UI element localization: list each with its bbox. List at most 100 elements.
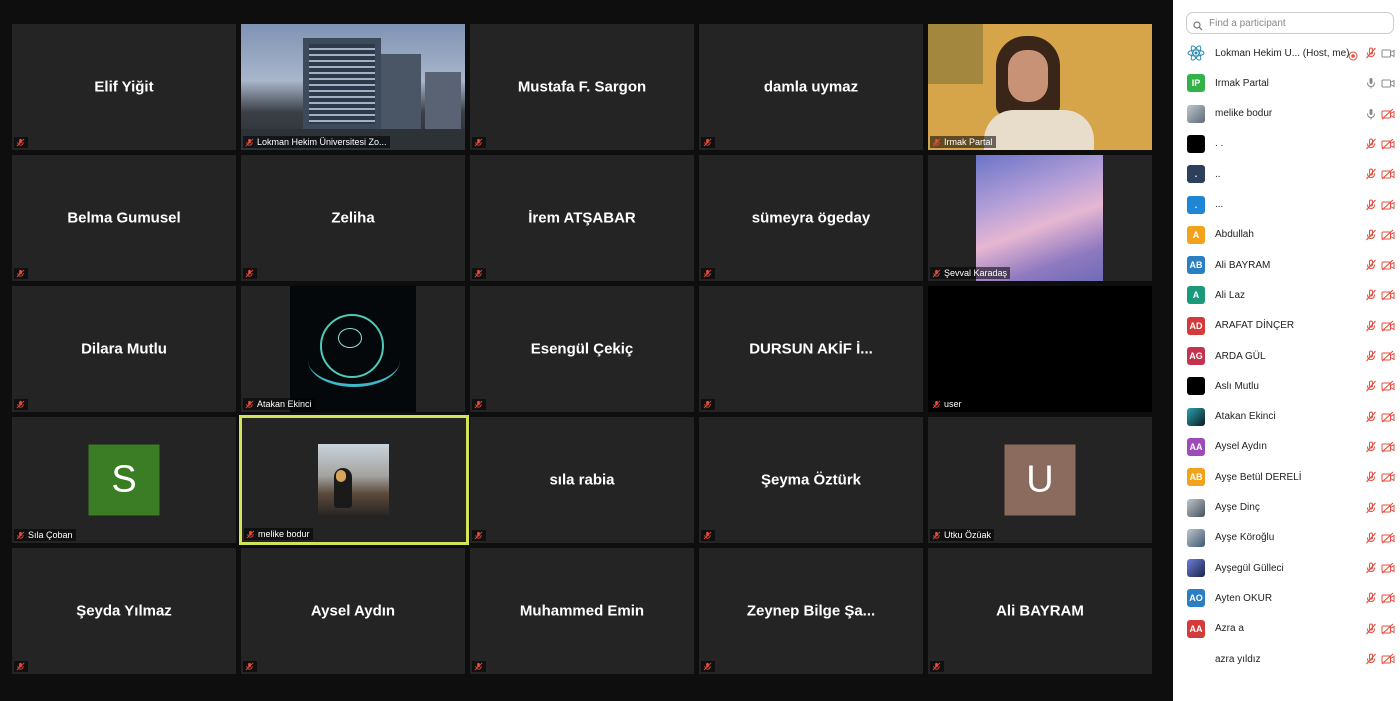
camera-off-icon[interactable] [1381, 411, 1395, 423]
participant-video-tile[interactable]: İrem ATŞABAR [470, 155, 694, 281]
muted-mic-icon [246, 530, 255, 539]
camera-icon[interactable] [1381, 47, 1395, 59]
participant-video-tile[interactable]: U Utku Özüak [928, 417, 1152, 543]
camera-off-icon[interactable] [1381, 562, 1395, 574]
participant-video-tile[interactable]: Şeyda Yılmaz [12, 548, 236, 674]
mic-muted-icon[interactable] [1365, 380, 1377, 392]
mic-muted-icon[interactable] [1365, 653, 1377, 665]
mic-muted-icon[interactable] [1365, 592, 1377, 604]
participant-video-tile[interactable]: Lokman Hekim Üniversitesi Zo... [241, 24, 465, 150]
participant-video-tile[interactable]: S Sıla Çoban [12, 417, 236, 543]
participant-video-tile[interactable]: Ali BAYRAM [928, 548, 1152, 674]
participant-video-tile[interactable]: Elif Yiğit [12, 24, 236, 150]
participant-row[interactable]: azra yıldız [1173, 644, 1400, 674]
nametag-label: user [944, 399, 962, 409]
mic-muted-icon[interactable] [1365, 502, 1377, 514]
participant-video-tile[interactable]: sümeyra ögeday [699, 155, 923, 281]
participant-video-tile[interactable]: damla uymaz [699, 24, 923, 150]
participant-row[interactable]: Lokman Hekim U... (Host, me) [1173, 38, 1400, 68]
camera-off-icon[interactable] [1381, 623, 1395, 635]
mic-muted-icon[interactable] [1365, 259, 1377, 271]
camera-off-icon[interactable] [1381, 320, 1395, 332]
participant-video-tile[interactable]: Esengül Çekiç [470, 286, 694, 412]
mic-muted-icon[interactable] [1365, 320, 1377, 332]
participant-video-tile[interactable]: Atakan Ekinci [241, 286, 465, 412]
participant-row[interactable]: ... [1173, 159, 1400, 189]
participant-row[interactable]: AA Aysel Aydın [1173, 432, 1400, 462]
participant-video-tile[interactable]: Şevval Karadaş [928, 155, 1152, 281]
participant-video-tile[interactable]: melike bodur [239, 415, 469, 545]
participant-row[interactable]: AD ARAFAT DİNÇER [1173, 311, 1400, 341]
mic-muted-icon[interactable] [1365, 289, 1377, 301]
participant-video-tile[interactable]: Muhammed Emin [470, 548, 694, 674]
camera-off-icon[interactable] [1381, 502, 1395, 514]
participant-video-tile[interactable]: DURSUN AKİF İ... [699, 286, 923, 412]
participant-video-tile[interactable]: Şeyma Öztürk [699, 417, 923, 543]
mic-icon[interactable] [1365, 77, 1377, 89]
participant-video-tile[interactable]: Zeynep Bilge Şa... [699, 548, 923, 674]
participant-video-tile[interactable]: user [928, 286, 1152, 412]
participant-row[interactable]: Ayşe Köroğlu [1173, 523, 1400, 553]
participant-video-tile[interactable]: Irmak Partal [928, 24, 1152, 150]
participant-video-tile[interactable]: Zeliha [241, 155, 465, 281]
participant-row[interactable]: AB Ayşe Betül DERELİ [1173, 462, 1400, 492]
mic-muted-icon[interactable] [1365, 199, 1377, 211]
participant-row[interactable]: A Ali Laz [1173, 280, 1400, 310]
participant-row[interactable]: AG ARDA GÜL [1173, 341, 1400, 371]
participant-row[interactable]: Ayşe Dinç [1173, 493, 1400, 523]
camera-off-icon[interactable] [1381, 138, 1395, 150]
participant-row[interactable]: Aslı Mutlu [1173, 371, 1400, 401]
participant-row[interactable]: AA Azra a [1173, 614, 1400, 644]
participant-row[interactable]: AO Ayten OKUR [1173, 583, 1400, 613]
participant-row[interactable]: . . [1173, 129, 1400, 159]
camera-off-icon[interactable] [1381, 229, 1395, 241]
mic-muted-icon[interactable] [1365, 229, 1377, 241]
camera-off-icon[interactable] [1381, 653, 1395, 665]
participant-row[interactable]: melike bodur [1173, 99, 1400, 129]
participant-display-name: İrem ATŞABAR [528, 209, 636, 227]
camera-off-icon[interactable] [1381, 350, 1395, 362]
participant-row[interactable]: Atakan Ekinci [1173, 402, 1400, 432]
muted-mic-icon [474, 662, 483, 671]
camera-off-icon[interactable] [1381, 199, 1395, 211]
participant-name: melike bodur [1215, 108, 1273, 120]
mic-muted-icon[interactable] [1365, 562, 1377, 574]
muted-mic-icon [245, 269, 254, 278]
participant-video-tile[interactable]: Belma Gumusel [12, 155, 236, 281]
participant-search[interactable] [1186, 12, 1394, 34]
camera-off-icon[interactable] [1381, 592, 1395, 604]
participant-row[interactable]: Ayşegül Gülleci [1173, 553, 1400, 583]
participant-row[interactable]: AB Ali BAYRAM [1173, 250, 1400, 280]
participant-row[interactable]: IP Irmak Partal [1173, 68, 1400, 98]
participant-search-input[interactable] [1207, 16, 1391, 30]
participant-video-tile[interactable]: Mustafa F. Sargon [470, 24, 694, 150]
participant-video-tile[interactable]: sıla rabia [470, 417, 694, 543]
mic-muted-icon[interactable] [1365, 350, 1377, 362]
muted-mic-icon [16, 400, 25, 409]
participant-video-tile[interactable]: Dilara Mutlu [12, 286, 236, 412]
mic-muted-icon[interactable] [1365, 411, 1377, 423]
participant-row[interactable]: .... [1173, 190, 1400, 220]
mic-muted-icon[interactable] [1365, 138, 1377, 150]
muted-mic-icon [16, 269, 25, 278]
muted-mic-icon [16, 662, 25, 671]
camera-off-icon[interactable] [1381, 259, 1395, 271]
muted-mic-icon [932, 662, 941, 671]
mic-muted-icon[interactable] [1365, 168, 1377, 180]
mic-muted-icon[interactable] [1365, 441, 1377, 453]
mic-muted-icon[interactable] [1365, 623, 1377, 635]
camera-off-icon[interactable] [1381, 532, 1395, 544]
camera-off-icon[interactable] [1381, 380, 1395, 392]
camera-off-icon[interactable] [1381, 471, 1395, 483]
camera-off-icon[interactable] [1381, 108, 1395, 120]
mic-muted-icon[interactable] [1365, 47, 1377, 59]
camera-off-icon[interactable] [1381, 289, 1395, 301]
participant-row[interactable]: A Abdullah [1173, 220, 1400, 250]
camera-off-icon[interactable] [1381, 168, 1395, 180]
camera-icon[interactable] [1381, 77, 1395, 89]
mic-muted-icon[interactable] [1365, 532, 1377, 544]
mic-muted-icon[interactable] [1365, 471, 1377, 483]
camera-off-icon[interactable] [1381, 441, 1395, 453]
mic-icon[interactable] [1365, 108, 1377, 120]
participant-video-tile[interactable]: Aysel Aydın [241, 548, 465, 674]
